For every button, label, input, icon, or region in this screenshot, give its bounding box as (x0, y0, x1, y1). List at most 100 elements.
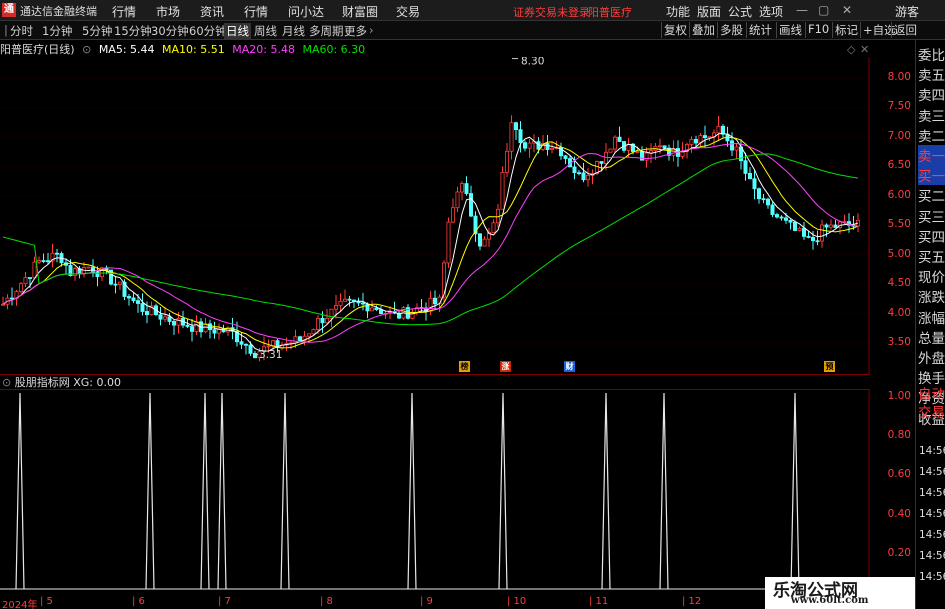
maximize-icon[interactable]: ▢ (818, 3, 829, 17)
quote-field[interactable]: 外盘 (918, 347, 945, 367)
ma20-value: MA20: 5.48 (232, 43, 295, 56)
low-price-annotation: 3.31 (259, 349, 282, 361)
price-tick: 5.50 (887, 218, 911, 231)
back-button[interactable]: 返回 (891, 22, 919, 38)
trade-time: 14:56 (919, 529, 945, 541)
date-tick: | 5 (40, 596, 53, 607)
menu-trade[interactable]: 交易 (396, 3, 420, 20)
quote-field[interactable]: 涨跌 (918, 286, 945, 306)
quote-field[interactable]: 买四 (918, 226, 945, 246)
quote-field[interactable]: 交易 (918, 401, 945, 421)
quote-field[interactable]: 涨幅 (918, 307, 945, 327)
event-badge[interactable]: 预 (824, 361, 835, 372)
menu-quote[interactable]: 行情 (112, 3, 136, 20)
menu-options[interactable]: 选项 (759, 3, 783, 20)
quote-field[interactable]: 卖四 (918, 84, 945, 104)
tab-weekly[interactable]: 周线 (254, 23, 277, 39)
event-badge[interactable]: 财 (564, 361, 575, 372)
close-icon[interactable]: ✕ (842, 3, 852, 17)
guest-label[interactable]: 游客 (895, 3, 919, 20)
candle-body (518, 129, 523, 144)
menu-ask-xiaoda[interactable]: 问小达 (288, 3, 324, 20)
indicator-chart[interactable] (0, 389, 870, 595)
collapse-icon[interactable]: | (4, 23, 8, 37)
menu-market[interactable]: 市场 (156, 3, 180, 20)
f10-button[interactable]: F10 (805, 22, 831, 38)
tab-60min[interactable]: 60分钟 (189, 23, 227, 39)
event-badge[interactable]: 涨 (500, 361, 511, 372)
tab-monthly[interactable]: 月线 (282, 23, 305, 39)
candle-body (135, 300, 140, 304)
tab-5min[interactable]: 5分钟 (82, 23, 112, 39)
candle-body (802, 227, 807, 237)
candle-body (333, 304, 338, 310)
period-toolbar: | 分时 1分钟 5分钟 15分钟 30分钟 60分钟 日线 周线 月线 多周期… (0, 21, 945, 40)
indicator-value: XG: 0.00 (73, 376, 121, 389)
quote-field[interactable]: 卖一 (918, 145, 945, 165)
quote-field[interactable]: 委比 (918, 44, 945, 64)
menu-quote-2[interactable]: 行情 (244, 3, 268, 20)
multi-stock-button[interactable]: 多股 (717, 22, 745, 38)
tab-30min[interactable]: 30分钟 (151, 23, 189, 39)
candle-body (360, 302, 365, 305)
quote-field[interactable]: 卖二 (918, 125, 945, 145)
menu-formula[interactable]: 公式 (728, 3, 752, 20)
quote-field[interactable]: 买五 (918, 246, 945, 266)
candle-body (716, 125, 721, 134)
candle-body (734, 146, 739, 151)
tab-minute[interactable]: 分时 (10, 23, 33, 39)
quote-field[interactable]: 卖五 (918, 64, 945, 84)
event-badge[interactable]: 榜 (459, 361, 470, 372)
quote-field[interactable]: 买三 (918, 206, 945, 226)
candle-body (820, 224, 825, 242)
candle-body (459, 183, 464, 193)
tab-daily[interactable]: 日线 (224, 23, 251, 39)
tab-1min[interactable]: 1分钟 (42, 23, 72, 39)
quote-field[interactable]: 自动 (918, 383, 945, 403)
candle-body (446, 221, 451, 264)
adjust-button[interactable]: 复权 (661, 22, 689, 38)
tab-multi-period[interactable]: 多周期 (309, 23, 344, 39)
indicator-axis: 1.00 0.80 0.60 0.40 0.20 (870, 389, 915, 595)
indicator-settings-icon[interactable]: ⊙ (2, 376, 11, 389)
candle-body (491, 222, 496, 233)
xg-signal-spike (15, 392, 25, 590)
high-price-annotation: 8.30 (521, 57, 544, 67)
menu-wealth-circle[interactable]: 财富圈 (342, 3, 378, 20)
price-tick: 5.00 (887, 247, 911, 260)
statistics-button[interactable]: 统计 (746, 22, 774, 38)
chevron-right-icon[interactable]: › (369, 23, 374, 37)
quote-field[interactable]: 买二 (918, 185, 945, 205)
menu-function[interactable]: 功能 (666, 3, 690, 20)
date-tick: | 6 (132, 596, 145, 607)
menu-layout[interactable]: 版面 (697, 3, 721, 20)
overlay-button[interactable]: 叠加 (689, 22, 717, 38)
kline-chart[interactable]: 8.30 3.31 (0, 57, 870, 375)
quote-field[interactable]: 买一 (918, 165, 945, 186)
candle-body (545, 143, 550, 150)
candle-body (113, 283, 118, 286)
candle-body (167, 316, 172, 322)
login-status[interactable]: 证券交易未登录 (513, 4, 590, 20)
candle-body (185, 324, 190, 327)
quote-field[interactable]: 总量 (918, 327, 945, 347)
price-axis: 8.00 7.50 7.00 6.50 6.00 5.50 5.00 4.50 4.00 3.50 (870, 57, 915, 375)
close-panel-icon[interactable]: ✕ (860, 43, 869, 56)
quote-field[interactable]: 现价 (918, 266, 945, 286)
candle-body (504, 150, 509, 173)
draw-line-button[interactable]: 画线 (776, 22, 804, 38)
settings-circle-icon[interactable]: ⊙ (82, 43, 91, 56)
candle-body (662, 145, 667, 149)
menu-news[interactable]: 资讯 (200, 3, 224, 20)
quote-field[interactable]: 卖三 (918, 105, 945, 125)
mark-button[interactable]: 标记 (832, 22, 860, 38)
diamond-icon[interactable]: ◇ (847, 43, 855, 56)
candle-body (306, 333, 311, 337)
period-label: (日线) (44, 43, 75, 56)
tab-15min[interactable]: 15分钟 (114, 23, 152, 39)
minimize-icon[interactable]: — (796, 3, 808, 17)
tab-more[interactable]: 更多 (344, 23, 367, 39)
candle-body (577, 172, 582, 175)
candle-body (766, 198, 771, 206)
candle-body (23, 277, 28, 285)
